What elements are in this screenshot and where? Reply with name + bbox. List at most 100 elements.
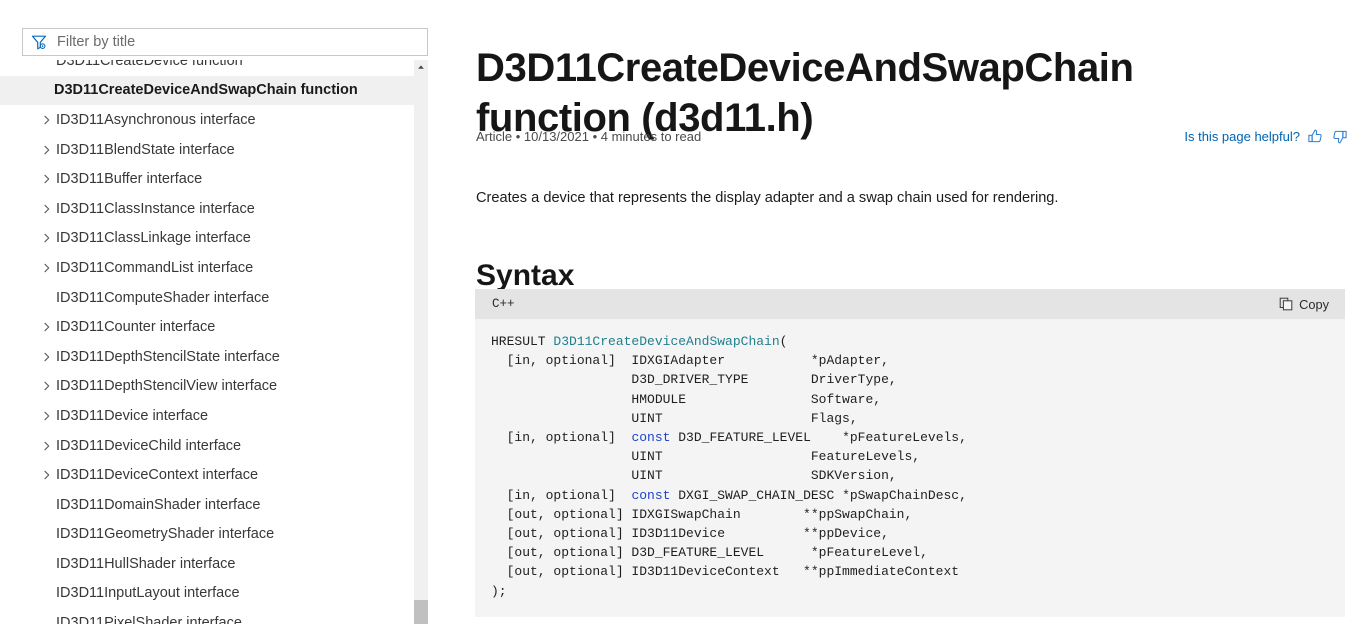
toc-item[interactable]: ID3D11CommandList interface bbox=[0, 253, 428, 283]
code-token: [in, optional] bbox=[491, 430, 632, 446]
code-token: HMODULE Software, bbox=[491, 391, 882, 407]
filter-field-wrapper bbox=[22, 28, 428, 56]
code-token: D3D_DRIVER_TYPE DriverType, bbox=[491, 372, 897, 388]
code-line: [in, optional] const DXGI_SWAP_CHAIN_DES… bbox=[491, 486, 1329, 505]
code-token: UINT FeatureLevels, bbox=[491, 449, 921, 465]
toc-item[interactable]: D3D11CreateDevice function bbox=[0, 60, 428, 76]
code-token: [out, optional] IDXGISwapChain **ppSwapC… bbox=[491, 506, 913, 522]
toc-item-label: ID3D11DeviceContext interface bbox=[56, 467, 259, 484]
scrollbar-thumb[interactable] bbox=[414, 600, 428, 624]
filter-icon bbox=[31, 34, 47, 50]
code-language-label: C++ bbox=[492, 297, 515, 311]
code-token: D3D_FEATURE_LEVEL *pFeatureLevels, bbox=[670, 430, 967, 446]
toc-item-label: ID3D11InputLayout interface bbox=[56, 585, 240, 602]
code-token: [in, optional] IDXGIAdapter *pAdapter, bbox=[491, 353, 889, 369]
toc-item[interactable]: ID3D11DepthStencilState interface bbox=[0, 342, 428, 372]
code-line: ); bbox=[491, 582, 1329, 601]
code-line: HMODULE Software, bbox=[491, 390, 1329, 409]
toc-item-label: D3D11CreateDeviceAndSwapChain function bbox=[54, 82, 358, 99]
toc-item-label: D3D11CreateDevice function bbox=[56, 60, 243, 69]
code-line: D3D_DRIVER_TYPE DriverType, bbox=[491, 370, 1329, 389]
code-line: UINT FeatureLevels, bbox=[491, 447, 1329, 466]
copy-button-label: Copy bbox=[1299, 296, 1329, 312]
filter-input[interactable] bbox=[57, 29, 419, 55]
toc-item-label: ID3D11PixelShader interface bbox=[56, 615, 242, 624]
code-line: [out, optional] ID3D11DeviceContext **pp… bbox=[491, 562, 1329, 581]
toc-item[interactable]: ID3D11ClassLinkage interface bbox=[0, 224, 428, 254]
code-block: C++ Copy HRESULT D3D11CreateDeviceAndSwa… bbox=[475, 289, 1345, 617]
code-line: [out, optional] ID3D11Device **ppDevice, bbox=[491, 524, 1329, 543]
toc-item[interactable]: ID3D11GeometryShader interface bbox=[0, 520, 428, 550]
article-summary: Creates a device that represents the dis… bbox=[476, 189, 1059, 206]
code-token: HRESULT bbox=[491, 334, 554, 349]
article-meta-row: Article • 10/13/2021 • 4 minutes to read… bbox=[476, 128, 1348, 145]
copy-icon bbox=[1279, 297, 1293, 311]
article-content: D3D11CreateDeviceAndSwapChain function (… bbox=[450, 0, 1368, 624]
code-token: [out, optional] ID3D11Device **ppDevice, bbox=[491, 526, 889, 542]
toc-item[interactable]: ID3D11ComputeShader interface bbox=[0, 283, 428, 313]
code-content[interactable]: HRESULT D3D11CreateDeviceAndSwapChain( [… bbox=[475, 319, 1345, 617]
code-token: DXGI_SWAP_CHAIN_DESC *pSwapChainDesc, bbox=[670, 487, 967, 503]
toc-sidebar: D3D11CreateDevice function D3D11CreateDev… bbox=[0, 0, 450, 624]
code-token: const bbox=[631, 487, 671, 503]
code-line: [out, optional] IDXGISwapChain **ppSwapC… bbox=[491, 505, 1329, 524]
code-token: ); bbox=[491, 583, 507, 599]
toc-item-label: ID3D11Asynchronous interface bbox=[56, 111, 256, 128]
toc-item-label: ID3D11ClassInstance interface bbox=[56, 200, 255, 217]
code-block-header: C++ Copy bbox=[475, 289, 1345, 319]
code-token: UINT SDKVersion, bbox=[491, 468, 897, 484]
toc-item-label: ID3D11ComputeShader interface bbox=[56, 289, 270, 306]
toc-scroll-viewport[interactable]: D3D11CreateDevice function D3D11CreateDev… bbox=[0, 60, 428, 624]
docs-page: D3D11CreateDevice function D3D11CreateDev… bbox=[0, 0, 1368, 624]
toc-item[interactable]: ID3D11PixelShader interface bbox=[0, 608, 428, 624]
code-token: D3D11CreateDeviceAndSwapChain bbox=[553, 334, 780, 349]
toc-item-label: ID3D11Device interface bbox=[56, 407, 209, 424]
article-meta-text: Article • 10/13/2021 • 4 minutes to read bbox=[476, 129, 702, 144]
toc-item-label: ID3D11Counter interface bbox=[56, 319, 216, 336]
toc-item[interactable]: ID3D11Asynchronous interface bbox=[0, 105, 428, 135]
code-token: [out, optional] ID3D11DeviceContext **pp… bbox=[491, 564, 960, 580]
toc-item[interactable]: ID3D11ClassInstance interface bbox=[0, 194, 428, 224]
toc-list: D3D11CreateDevice function D3D11CreateDev… bbox=[0, 60, 428, 624]
thumbs-up-icon[interactable] bbox=[1307, 128, 1324, 145]
toc-item[interactable]: ID3D11InputLayout interface bbox=[0, 579, 428, 609]
code-token: [out, optional] D3D_FEATURE_LEVEL *pFeat… bbox=[491, 545, 928, 561]
toc-item[interactable]: ID3D11DepthStencilView interface bbox=[0, 372, 428, 402]
code-line: UINT SDKVersion, bbox=[491, 466, 1329, 485]
toc-item[interactable]: ID3D11Buffer interface bbox=[0, 164, 428, 194]
code-line: HRESULT D3D11CreateDeviceAndSwapChain( bbox=[491, 332, 1329, 351]
code-token: ( bbox=[779, 334, 788, 349]
toc-item[interactable]: ID3D11DeviceChild interface bbox=[0, 431, 428, 461]
toc-item-label: ID3D11CommandList interface bbox=[56, 259, 254, 276]
toc-item[interactable]: ID3D11HullShader interface bbox=[0, 549, 428, 579]
code-token: UINT Flags, bbox=[491, 410, 858, 426]
feedback-label: Is this page helpful? bbox=[1184, 129, 1300, 144]
toc-item-label: ID3D11Buffer interface bbox=[56, 171, 203, 188]
code-line: [in, optional] const D3D_FEATURE_LEVEL *… bbox=[491, 428, 1329, 447]
toc-item-label: ID3D11DomainShader interface bbox=[56, 496, 261, 513]
code-token: const bbox=[631, 430, 671, 446]
thumbs-down-icon[interactable] bbox=[1331, 128, 1348, 145]
code-line: UINT Flags, bbox=[491, 409, 1329, 428]
toc-item-selected[interactable]: D3D11CreateDeviceAndSwapChain function bbox=[0, 75, 428, 106]
filter-box[interactable] bbox=[22, 28, 428, 56]
code-line: [out, optional] D3D_FEATURE_LEVEL *pFeat… bbox=[491, 543, 1329, 562]
page-feedback: Is this page helpful? bbox=[1184, 128, 1348, 145]
toc-item[interactable]: ID3D11Device interface bbox=[0, 401, 428, 431]
toc-item-label: ID3D11DepthStencilView interface bbox=[56, 378, 278, 395]
sidebar-scrollbar[interactable] bbox=[414, 60, 428, 624]
toc-item-label: ID3D11ClassLinkage interface bbox=[56, 230, 251, 247]
copy-button[interactable]: Copy bbox=[1276, 295, 1332, 314]
toc-item[interactable]: ID3D11DomainShader interface bbox=[0, 490, 428, 520]
code-token: [in, optional] bbox=[491, 487, 632, 503]
toc-item-label: ID3D11HullShader interface bbox=[56, 555, 236, 572]
toc-item-label: ID3D11BlendState interface bbox=[56, 141, 235, 158]
toc-item[interactable]: ID3D11DeviceContext interface bbox=[0, 460, 428, 490]
toc-item-label: ID3D11DeviceChild interface bbox=[56, 437, 242, 454]
code-line: [in, optional] IDXGIAdapter *pAdapter, bbox=[491, 351, 1329, 370]
toc-item[interactable]: ID3D11BlendState interface bbox=[0, 135, 428, 165]
toc-item[interactable]: ID3D11Counter interface bbox=[0, 312, 428, 342]
scroll-up-arrow-icon[interactable] bbox=[414, 60, 428, 74]
toc-item-label: ID3D11GeometryShader interface bbox=[56, 526, 275, 543]
toc-item-label: ID3D11DepthStencilState interface bbox=[56, 348, 280, 365]
